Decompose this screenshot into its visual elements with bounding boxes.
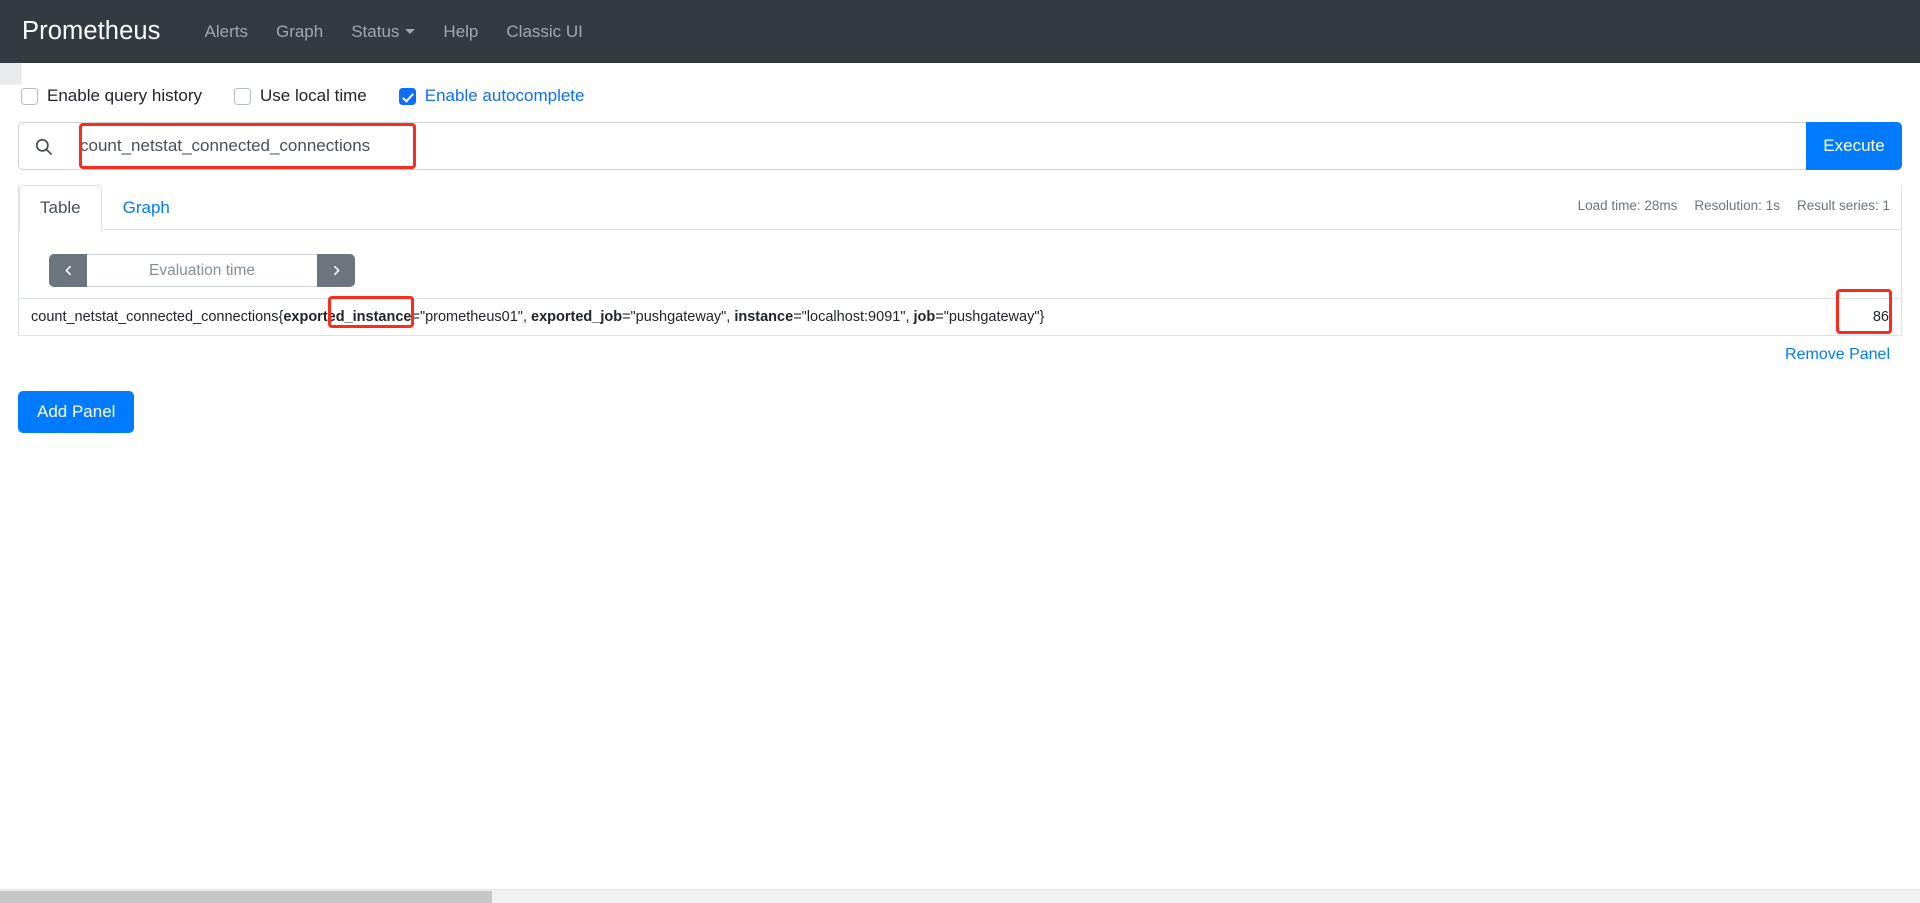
panel-meta: Load time: 28ms Resolution: 1s Result se… [1578, 185, 1901, 213]
option-enable-query-history[interactable]: Enable query history [21, 86, 202, 106]
nav-item-label: Status [351, 21, 400, 41]
label-eq: = [411, 309, 420, 325]
metric-cell: count_netstat_connected_connections{expo… [19, 296, 1751, 336]
label-eq: = [793, 309, 802, 325]
option-enable-autocomplete[interactable]: Enable autocomplete [398, 86, 585, 106]
label-eq: = [935, 309, 944, 325]
nav-item-alerts[interactable]: Alerts [191, 16, 262, 48]
add-panel-wrap: Add Panel [0, 375, 1920, 433]
job-value: "pushgateway" [943, 309, 1040, 325]
metric-name: count_netstat_connected_connections [31, 309, 279, 325]
meta-result-series: Result series: 1 [1796, 198, 1890, 213]
result-value: 86 [1872, 309, 1889, 325]
search-icon [18, 122, 67, 170]
checkbox-use-local-time[interactable] [233, 87, 251, 105]
nav-item-status[interactable]: Status [337, 16, 429, 48]
option-label: Use local time [259, 86, 367, 105]
label-name-instance: instance [734, 309, 794, 325]
horizontal-scrollbar-thumb[interactable] [0, 891, 492, 903]
page-content: Enable query history Use local time Enab… [0, 76, 1920, 375]
execute-button[interactable]: Execute [1806, 122, 1902, 170]
exported-job-value: "pushgateway" [630, 309, 727, 325]
option-label: Enable query history [47, 86, 202, 105]
label-name-exported-job: exported_job [531, 309, 623, 325]
nav-item-help[interactable]: Help [429, 16, 492, 48]
evaluation-time-input[interactable] [87, 254, 317, 287]
option-use-local-time[interactable]: Use local time [233, 86, 367, 106]
value-cell: 86 [1751, 289, 1901, 336]
brand-prometheus[interactable]: Prometheus [22, 17, 161, 46]
chevron-left-icon[interactable] [49, 254, 87, 287]
result-table: count_netstat_connected_connections{expo… [19, 289, 1901, 336]
label-sep: , [905, 309, 914, 325]
nav-item-label: Classic UI [506, 21, 583, 41]
meta-load-time: Load time: 28ms [1577, 198, 1678, 213]
nav-item-label: Graph [275, 21, 324, 41]
meta-resolution: Resolution: 1s [1694, 198, 1780, 213]
chevron-down-icon [405, 29, 416, 34]
chevron-right-icon[interactable] [317, 254, 355, 287]
nav-item-graph[interactable]: Graph [262, 16, 337, 48]
query-input-group: Execute [18, 122, 1902, 170]
label-name-job: job [913, 309, 936, 325]
panel-body: count_netstat_connected_connections{expo… [19, 230, 1901, 335]
query-options-row: Enable query history Use local time Enab… [18, 76, 1902, 116]
table-row: count_netstat_connected_connections{expo… [19, 289, 1901, 336]
nav-links: Alerts Graph Status Help Classic UI [191, 16, 597, 48]
checkbox-enable-query-history[interactable] [21, 87, 38, 105]
query-input[interactable] [67, 122, 1806, 170]
label-name-exported-instance: exported_instance [283, 309, 412, 325]
option-label: Enable autocomplete [424, 86, 585, 105]
label-sep: , [522, 309, 532, 325]
horizontal-scrollbar[interactable] [0, 889, 1920, 903]
panel-footer: Remove Panel [18, 336, 1902, 375]
nav-item-label: Alerts [204, 21, 248, 41]
brace-close: } [1039, 309, 1045, 325]
evaluation-time-control [49, 254, 355, 287]
instance-value: "localhost:9091" [801, 309, 906, 325]
nav-item-classic-ui[interactable]: Classic UI [492, 16, 597, 48]
nav-item-label: Help [443, 21, 479, 41]
panel-tabs-bar: Table Graph Load time: 28ms Resolution: … [19, 185, 1901, 231]
tab-graph[interactable]: Graph [102, 185, 191, 231]
remove-panel-link[interactable]: Remove Panel [1785, 346, 1890, 364]
panel-tabs: Table Graph [19, 185, 191, 231]
result-panel: Table Graph Load time: 28ms Resolution: … [18, 185, 1902, 336]
add-panel-button[interactable]: Add Panel [18, 391, 135, 433]
checkbox-enable-autocomplete[interactable] [398, 87, 416, 105]
tab-table[interactable]: Table [19, 185, 102, 231]
exported-instance-value: "prometheus01" [419, 309, 523, 325]
query-input-wrap [67, 122, 1806, 170]
top-navbar: Prometheus Alerts Graph Status Help Clas… [0, 0, 1920, 63]
label-eq: = [622, 309, 631, 325]
